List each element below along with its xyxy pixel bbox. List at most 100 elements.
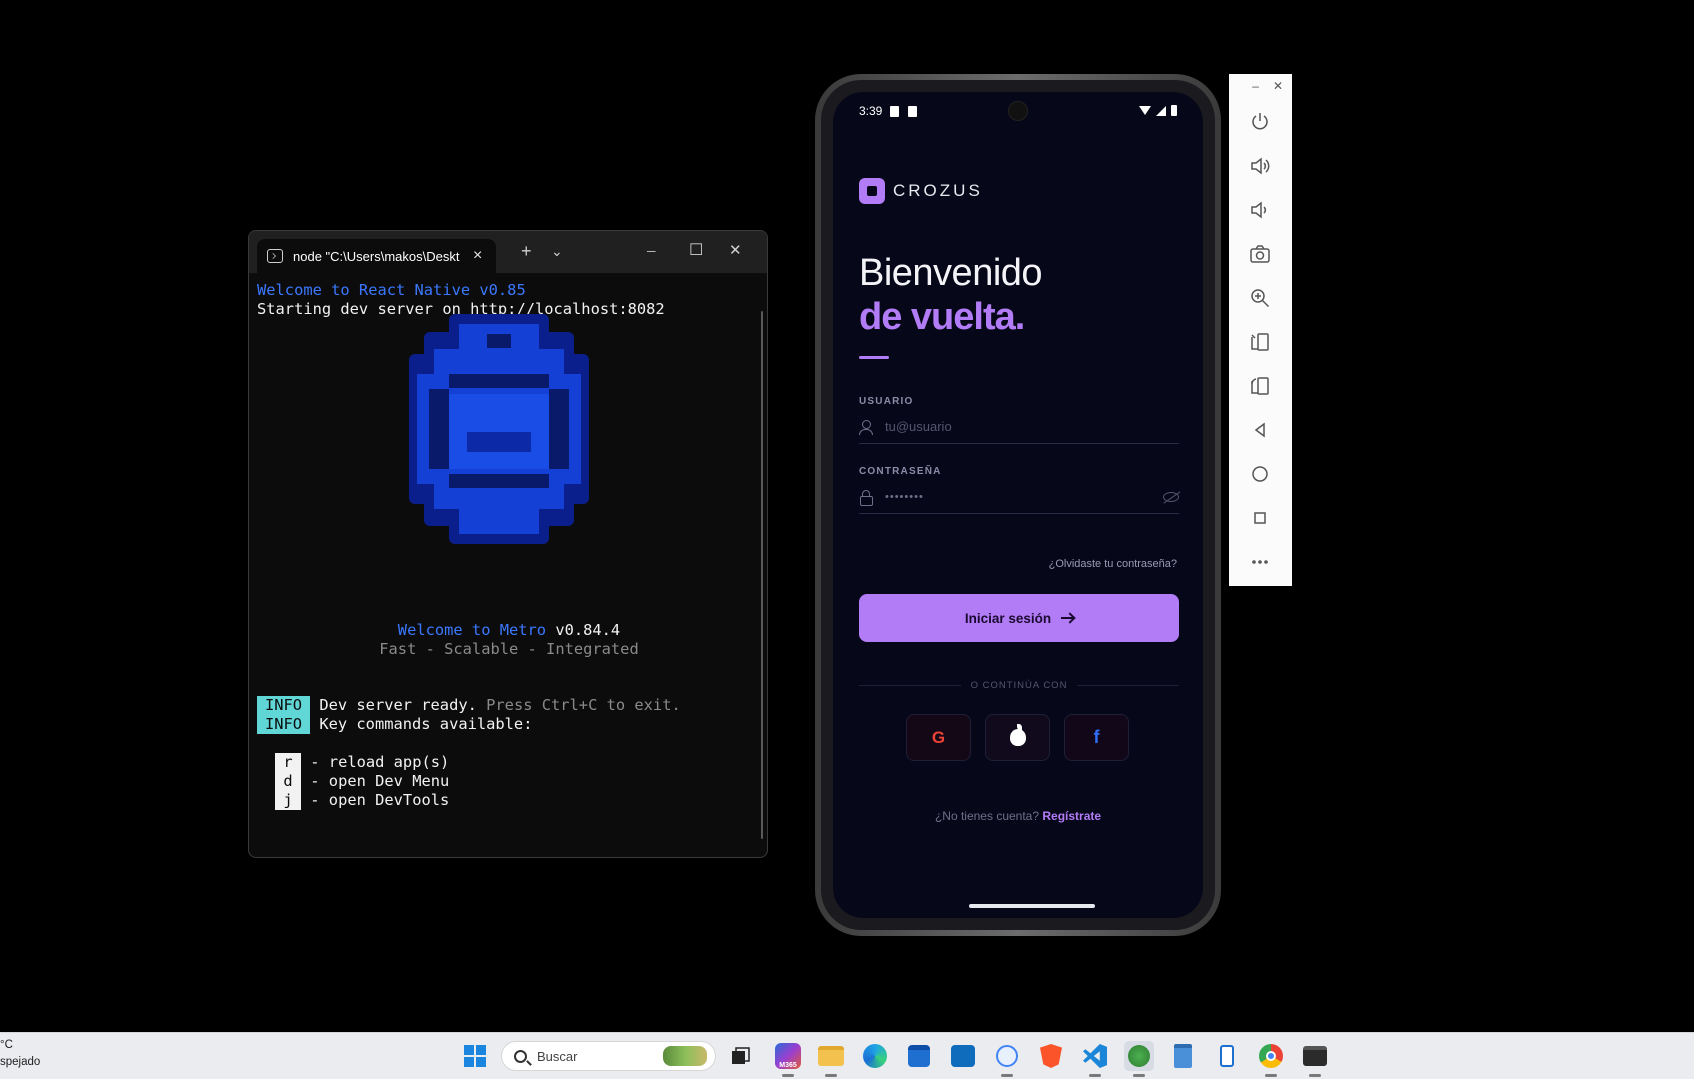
terminal-tab-title: node "C:\Users\makos\Deskt <box>293 248 460 264</box>
weather-temp: °C <box>0 1039 13 1051</box>
facebook-login-button[interactable]: f <box>1064 714 1129 761</box>
terminal-output[interactable]: Welcome to React Native v0.85 Starting d… <box>249 273 767 319</box>
key-r: r <box>275 753 301 772</box>
emulator-minimize-button[interactable]: – <box>1252 79 1259 93</box>
brand-name: CROZUS <box>893 181 983 200</box>
username-input[interactable] <box>885 419 1179 434</box>
status-icons <box>1139 105 1177 116</box>
zoom-icon[interactable] <box>1248 286 1272 310</box>
maximize-button[interactable]: ☐ <box>689 241 703 261</box>
gesture-home-bar[interactable] <box>969 904 1095 908</box>
emulator-app[interactable] <box>1124 1041 1154 1077</box>
home-icon[interactable] <box>1248 462 1272 486</box>
terminal-taskbar-icon <box>1303 1046 1327 1066</box>
chrome-app[interactable] <box>1256 1041 1286 1077</box>
terminal-app[interactable] <box>1300 1041 1330 1077</box>
outlook-app[interactable] <box>948 1041 978 1071</box>
arrow-right-icon <box>1061 617 1074 619</box>
rotate-left-icon[interactable] <box>1248 330 1272 354</box>
info-tag: INFO <box>257 696 311 715</box>
m365-app[interactable]: M365 <box>773 1041 803 1077</box>
store-app[interactable] <box>904 1041 934 1071</box>
google-icon: G <box>931 727 946 747</box>
m365-icon: M365 <box>775 1043 801 1069</box>
google-login-button[interactable]: G <box>906 714 971 761</box>
signup-link[interactable]: Regístrate <box>1042 809 1101 823</box>
welcome-subtitle: de vuelta. <box>859 296 1025 338</box>
phone-link-app[interactable] <box>1212 1041 1242 1071</box>
taskbar-search[interactable]: Buscar <box>501 1041 716 1071</box>
brand-logo: CROZUS <box>859 178 983 204</box>
edge-icon <box>863 1044 887 1068</box>
password-input[interactable]: •••••••• <box>885 491 1163 503</box>
chrome-icon <box>1259 1044 1283 1068</box>
notification-icon <box>908 105 918 117</box>
command-label: - open DevTools <box>301 791 450 809</box>
forgot-password-link[interactable]: ¿Olvidaste tu contraseña? <box>1049 558 1177 570</box>
overview-icon[interactable] <box>1248 506 1272 530</box>
password-label: CONTRASEÑA <box>859 466 942 477</box>
info-tag: INFO <box>257 715 311 734</box>
power-icon[interactable] <box>1248 109 1272 133</box>
weather-widget[interactable]: °C spejado <box>0 1037 40 1071</box>
emulator-close-button[interactable]: ✕ <box>1273 79 1283 93</box>
vscode-icon <box>1083 1044 1107 1068</box>
more-icon[interactable] <box>1248 550 1272 574</box>
file-explorer-app[interactable] <box>816 1041 846 1077</box>
brand-mark-icon <box>859 178 885 204</box>
continue-divider: O CONTINÚA CON <box>859 680 1179 691</box>
brave-icon <box>1040 1044 1062 1068</box>
info-hint: Press Ctrl+C to exit. <box>476 696 681 714</box>
window-close-button[interactable]: ✕ <box>729 241 742 261</box>
apple-icon <box>1009 724 1026 746</box>
metro-logo <box>409 314 589 544</box>
signup-row: ¿No tienes cuenta? Regístrate <box>833 809 1203 823</box>
edge-app[interactable] <box>860 1041 890 1071</box>
camera-icon[interactable] <box>1248 242 1272 266</box>
welcome-title: Bienvenido <box>859 252 1043 294</box>
accent-divider <box>859 356 889 359</box>
rotate-right-icon[interactable] <box>1248 374 1272 398</box>
tab-dropdown-button[interactable]: ⌄ <box>551 241 563 261</box>
metro-version: v0.84.4 <box>546 621 621 639</box>
info-block: INFO Dev server ready. Press Ctrl+C to e… <box>257 696 681 734</box>
brave-app[interactable] <box>1036 1041 1066 1071</box>
terminal-scrollbar[interactable] <box>761 311 763 839</box>
volume-up-icon[interactable] <box>1248 154 1272 178</box>
apple-login-button[interactable] <box>985 714 1050 761</box>
store-icon <box>908 1045 930 1067</box>
info-line: Dev server ready. <box>310 696 477 714</box>
username-field[interactable] <box>859 410 1179 444</box>
tab-close-button[interactable]: × <box>473 247 482 265</box>
start-button[interactable] <box>460 1041 490 1071</box>
phone-screen[interactable]: 3:39 CROZUS Bienvenido de vuelta. USUARI… <box>833 92 1203 918</box>
task-view-button[interactable] <box>726 1041 756 1071</box>
login-button[interactable]: Iniciar sesión <box>859 594 1179 642</box>
terminal-icon <box>267 249 283 263</box>
terminal-window[interactable]: node "C:\Users\makos\Deskt × + ⌄ ─ ☐ ✕ W… <box>248 230 768 858</box>
search-icon <box>514 1049 527 1063</box>
emulator-window-controls: – ✕ <box>1229 74 1292 98</box>
desktop: node "C:\Users\makos\Deskt × + ⌄ ─ ☐ ✕ W… <box>0 0 1694 1079</box>
emulator-icon <box>1128 1045 1150 1067</box>
terminal-titlebar[interactable]: node "C:\Users\makos\Deskt × + ⌄ ─ ☐ ✕ <box>249 231 767 273</box>
volume-down-icon[interactable] <box>1248 198 1272 222</box>
folder-icon <box>818 1046 844 1066</box>
task-view-icon <box>732 1047 750 1064</box>
front-camera <box>1008 101 1028 121</box>
new-tab-button[interactable]: + <box>521 241 532 261</box>
toggle-visibility-icon[interactable] <box>1163 491 1179 502</box>
weather-desc: spejado <box>0 1056 41 1068</box>
metro-welcome-text: Welcome to Metro <box>397 621 547 639</box>
back-icon[interactable] <box>1248 418 1272 442</box>
emulator-toolbar: – ✕ <box>1229 74 1292 586</box>
notepad-app[interactable] <box>1168 1041 1198 1071</box>
password-field[interactable]: •••••••• <box>859 480 1179 514</box>
notepad-icon <box>1174 1044 1192 1068</box>
phone-link-icon <box>1220 1045 1234 1067</box>
search-placeholder: Buscar <box>537 1048 578 1064</box>
android-studio-app[interactable] <box>992 1041 1022 1077</box>
terminal-tab[interactable]: node "C:\Users\makos\Deskt × <box>257 239 496 273</box>
vscode-app[interactable] <box>1080 1041 1110 1077</box>
minimize-button[interactable]: ─ <box>647 241 656 261</box>
